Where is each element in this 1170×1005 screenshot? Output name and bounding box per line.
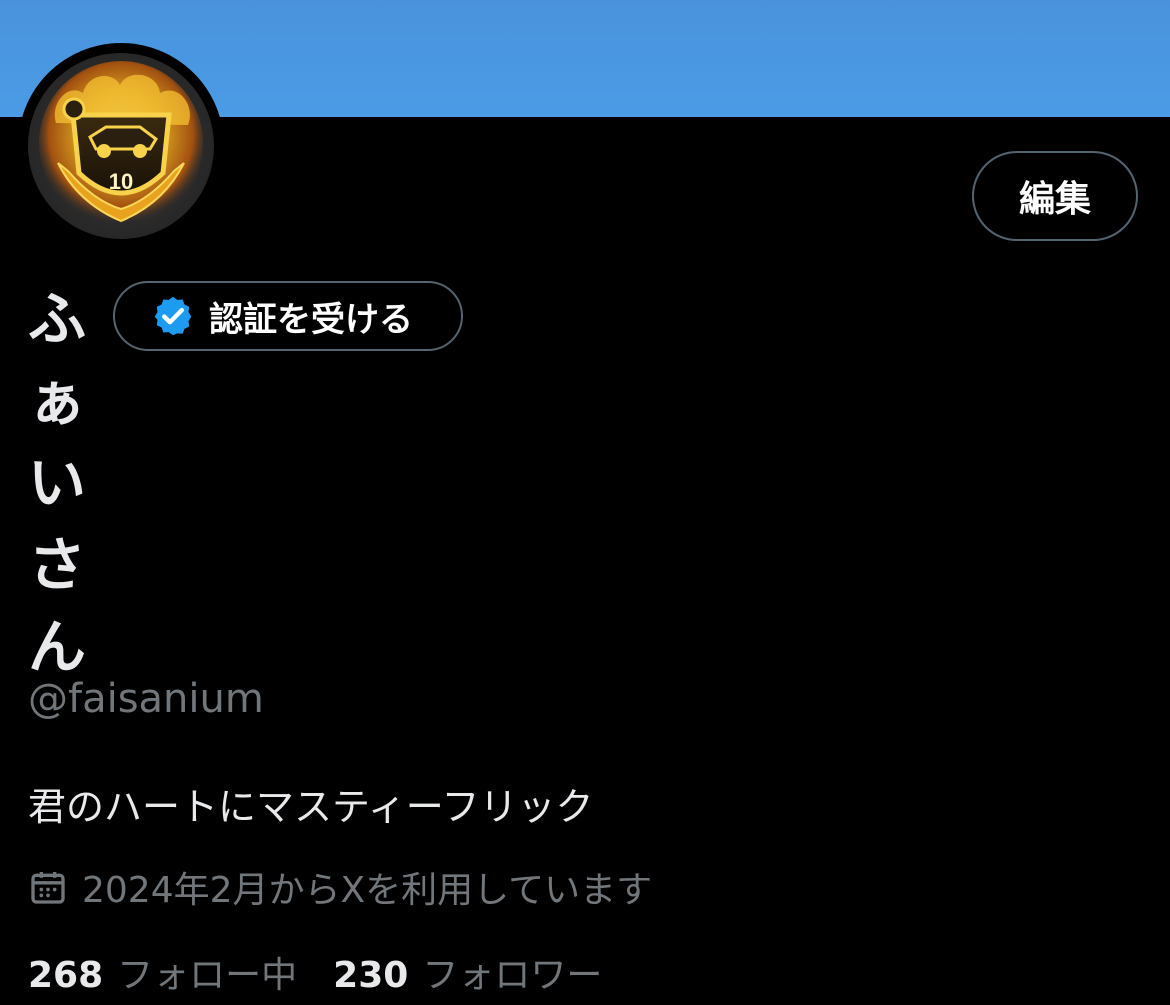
following-label: フォロー中 — [117, 955, 298, 996]
join-date: 2024年2月からXを利用しています — [28, 861, 652, 913]
verified-badge-icon — [151, 294, 195, 338]
following-count: 268 — [28, 955, 104, 996]
followers-label: フォロワー — [422, 955, 603, 996]
edit-profile-button[interactable]: 編集 — [972, 151, 1138, 241]
get-verified-button[interactable]: 認証を受ける — [113, 281, 463, 351]
follow-stats: 268 フォロー中 230 フォロワー — [28, 946, 638, 998]
followers-link[interactable]: 230 フォロワー — [333, 946, 602, 998]
followers-count: 230 — [333, 955, 409, 996]
calendar-icon — [28, 867, 68, 907]
svg-text:10: 10 — [109, 169, 133, 194]
avatar-ring: 10 — [18, 43, 224, 249]
get-verified-label: 認証を受ける — [209, 299, 413, 340]
rank-emblem-icon: 10 — [39, 61, 203, 225]
profile-bio: 君のハートにマスティーフリック — [28, 785, 594, 829]
avatar[interactable]: 10 — [28, 53, 214, 239]
following-link[interactable]: 268 フォロー中 — [28, 946, 297, 998]
username-handle: @faisanium — [28, 676, 264, 722]
join-date-text: 2024年2月からXを利用しています — [82, 870, 653, 911]
display-name: ふぁいさん — [28, 285, 87, 681]
